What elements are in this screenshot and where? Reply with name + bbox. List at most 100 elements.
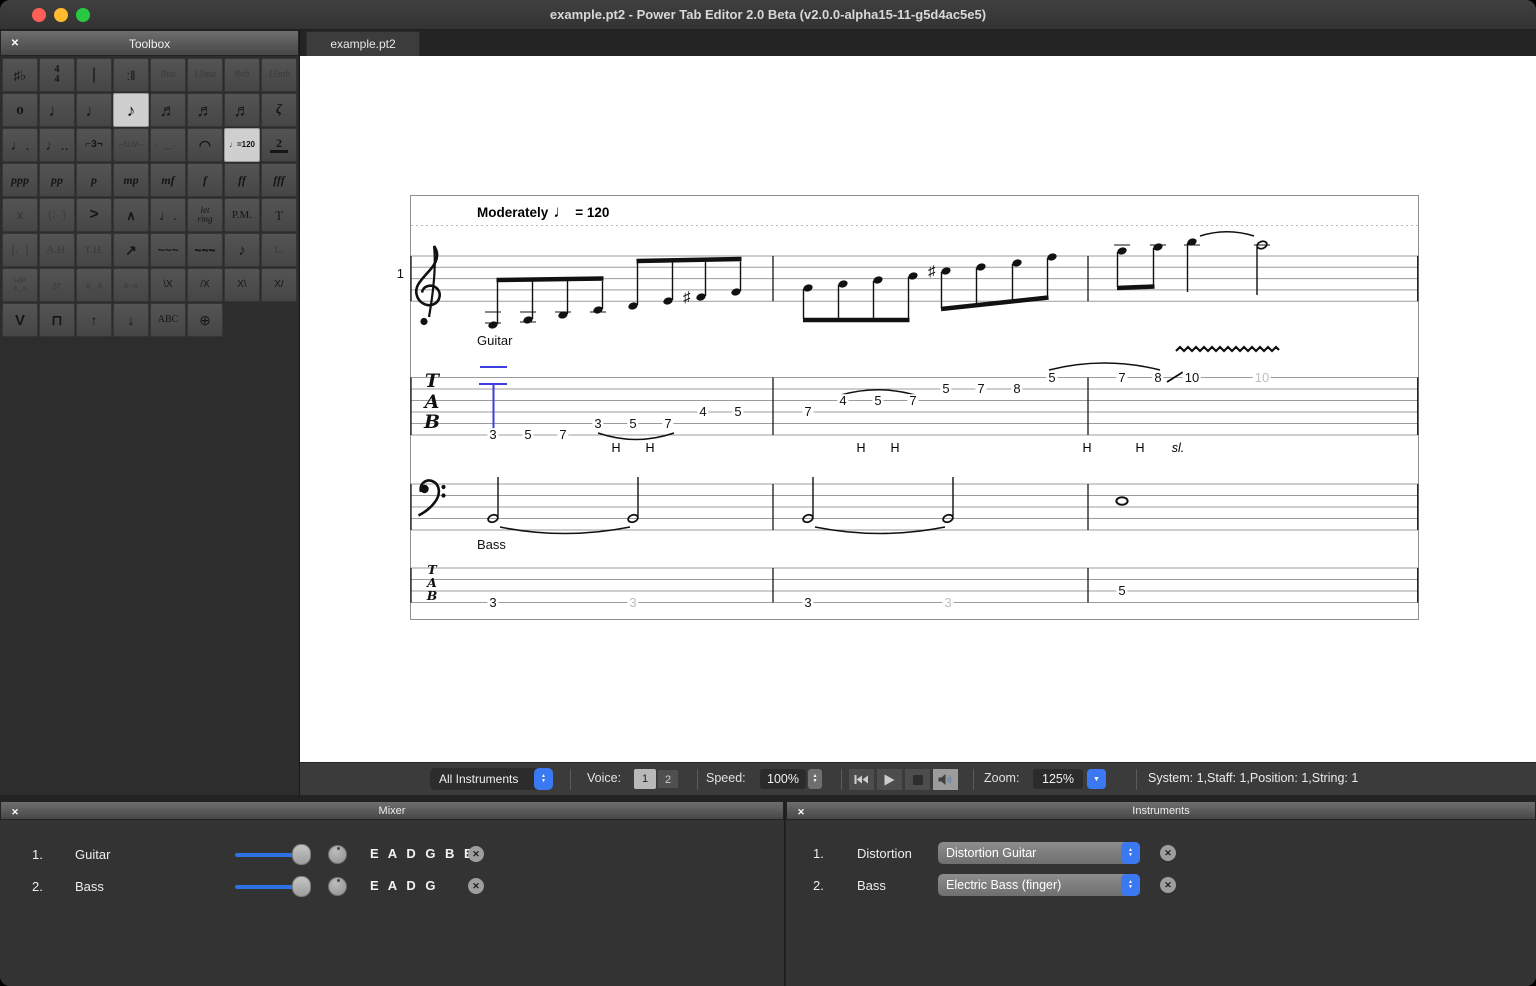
natural-harmonic-button[interactable]: [♩]	[2, 233, 38, 267]
sound-toggle-button[interactable]	[932, 768, 959, 791]
double-dotted-note-button[interactable]: ♩..	[39, 128, 75, 162]
let-ring-button[interactable]: let ring	[187, 198, 223, 232]
dynamic-fff-button[interactable]: fff	[261, 163, 297, 197]
remove-track-button[interactable]: ✕	[468, 846, 484, 862]
speed-value-field[interactable]: 100%	[760, 769, 806, 789]
tab-fret-number[interactable]: 7	[975, 382, 986, 396]
pan-dial[interactable]	[328, 877, 347, 896]
play-button[interactable]	[876, 768, 903, 791]
pickstroke-down-button[interactable]: ⊓	[39, 303, 75, 337]
tab-fret-number[interactable]: 7	[1116, 371, 1127, 385]
slide-into-from-below-button[interactable]: /X	[187, 268, 223, 302]
time-signature-button[interactable]: 4 4	[39, 58, 75, 92]
octave-8vb-button[interactable]: 8vb	[224, 58, 260, 92]
tab-fret-number[interactable]: 10	[1183, 371, 1201, 385]
half-note-button[interactable]: ♩	[39, 93, 75, 127]
left-hand-fingering-button[interactable]: L.	[261, 233, 297, 267]
tab-fret-number[interactable]: 3	[487, 596, 498, 610]
sixty-fourth-note-button[interactable]: ♬	[224, 93, 260, 127]
midi-preset-select[interactable]: Distortion Guitar ▲▼	[938, 842, 1140, 864]
arpeggio-up-button[interactable]: ↑	[76, 303, 112, 337]
tab-fret-number[interactable]: 7	[662, 417, 673, 431]
text-item-button[interactable]: ABC	[150, 303, 186, 337]
stop-button[interactable]	[904, 768, 931, 791]
tab-fret-number[interactable]: 10	[1253, 371, 1271, 385]
tapped-harmonic-button[interactable]: T.H.	[76, 233, 112, 267]
wide-vibrato-button[interactable]: ~~~	[187, 233, 223, 267]
midi-preset-select[interactable]: Electric Bass (finger) ▲▼	[938, 874, 1140, 896]
shift-slide-button[interactable]: x–x	[113, 268, 149, 302]
octave-15ma-button[interactable]: 15ma	[187, 58, 223, 92]
document-tab[interactable]: example.pt2	[306, 31, 420, 56]
dynamic-p-button[interactable]: p	[76, 163, 112, 197]
tab-fret-number[interactable]: 3	[627, 596, 638, 610]
remove-instrument-button[interactable]: ✕	[1160, 877, 1176, 893]
octave-8va-button[interactable]: 8va	[150, 58, 186, 92]
slide-out-downwards-button[interactable]: X\	[224, 268, 260, 302]
legato-slide-button[interactable]: x‿x	[76, 268, 112, 302]
music-direction-button[interactable]: ⊕	[187, 303, 223, 337]
volume-slider-knob[interactable]	[292, 844, 311, 865]
multibar-rest-button[interactable]: 2	[261, 128, 297, 162]
triplet-button[interactable]: ⌐3¬	[76, 128, 112, 162]
pickstroke-up-button[interactable]: V	[2, 303, 38, 337]
tempo-marker-button[interactable]: ♩=120	[224, 128, 260, 162]
pan-dial[interactable]	[328, 845, 347, 864]
tab-fret-number[interactable]: 3	[592, 417, 603, 431]
speed-stepper[interactable]: ▲ ▼	[808, 769, 822, 789]
tie-button[interactable]: ♩‿♩	[150, 128, 186, 162]
tab-fret-number[interactable]: 7	[802, 405, 813, 419]
marcato-button[interactable]: ∧	[113, 198, 149, 232]
slide-into-from-above-button[interactable]: \X	[150, 268, 186, 302]
tab-fret-number[interactable]: 8	[1152, 371, 1163, 385]
staccato-button[interactable]: ♩.	[150, 198, 186, 232]
octave-15mb-button[interactable]: 15mb	[261, 58, 297, 92]
tab-fret-number[interactable]: 5	[732, 405, 743, 419]
zoom-dropdown-button[interactable]: ▼	[1087, 769, 1106, 789]
dynamic-ff-button[interactable]: ff	[224, 163, 260, 197]
grace-note-button[interactable]: ♪	[224, 233, 260, 267]
fermata-button[interactable]: ◠	[187, 128, 223, 162]
thirty-second-note-button[interactable]: ♬	[187, 93, 223, 127]
whole-note-button[interactable]: o	[2, 93, 38, 127]
accent-button[interactable]: >	[76, 198, 112, 232]
tab-fret-number[interactable]: 5	[872, 394, 883, 408]
tab-fret-number[interactable]: 3	[802, 596, 813, 610]
eighth-note-button[interactable]: ♪	[113, 93, 149, 127]
tab-fret-number[interactable]: 8	[1011, 382, 1022, 396]
rewind-button[interactable]	[848, 768, 875, 791]
tab-fret-number[interactable]: 3	[942, 596, 953, 610]
vibrato-button[interactable]: ~~~	[150, 233, 186, 267]
remove-track-button[interactable]: ✕	[468, 878, 484, 894]
muted-note-button[interactable]: x	[2, 198, 38, 232]
slide-out-upwards-button[interactable]: X/	[261, 268, 297, 302]
tab-fret-number[interactable]: 5	[522, 428, 533, 442]
tab-fret-number[interactable]: 5	[1046, 371, 1057, 385]
volume-slider-knob[interactable]	[292, 876, 311, 897]
arpeggio-down-button[interactable]: ↓	[113, 303, 149, 337]
voice-2-button[interactable]: 2	[657, 769, 679, 789]
zoom-value-field[interactable]: 125%	[1033, 769, 1083, 789]
tab-fret-number[interactable]: 5	[940, 382, 951, 396]
barline-button[interactable]: |	[76, 58, 112, 92]
tab-fret-number[interactable]: 4	[697, 405, 708, 419]
tab-fret-number[interactable]: 7	[557, 428, 568, 442]
tap-button[interactable]: T	[261, 198, 297, 232]
dynamic-mf-button[interactable]: mf	[150, 163, 186, 197]
repeat-barline-button[interactable]: :‖	[113, 58, 149, 92]
tab-fret-number[interactable]: 7	[907, 394, 918, 408]
rest-button[interactable]: ζ	[261, 93, 297, 127]
accidentals-button[interactable]: ♯♭	[2, 58, 38, 92]
score-page[interactable]	[300, 56, 1536, 762]
trill-button[interactable]: tr	[39, 268, 75, 302]
tab-fret-number[interactable]: 5	[627, 417, 638, 431]
irregular-grouping-button[interactable]: ⌐N:M¬	[113, 128, 149, 162]
tab-fret-number[interactable]: 5	[1116, 584, 1127, 598]
dynamic-f-button[interactable]: f	[187, 163, 223, 197]
dynamic-ppp-button[interactable]: ppp	[2, 163, 38, 197]
tab-fret-number[interactable]: 3	[487, 428, 498, 442]
tab-fret-number[interactable]: 4	[837, 394, 848, 408]
stepper-down-icon[interactable]: ▼	[813, 779, 818, 785]
palm-mute-button[interactable]: P.M.	[224, 198, 260, 232]
dynamic-pp-button[interactable]: pp	[39, 163, 75, 197]
